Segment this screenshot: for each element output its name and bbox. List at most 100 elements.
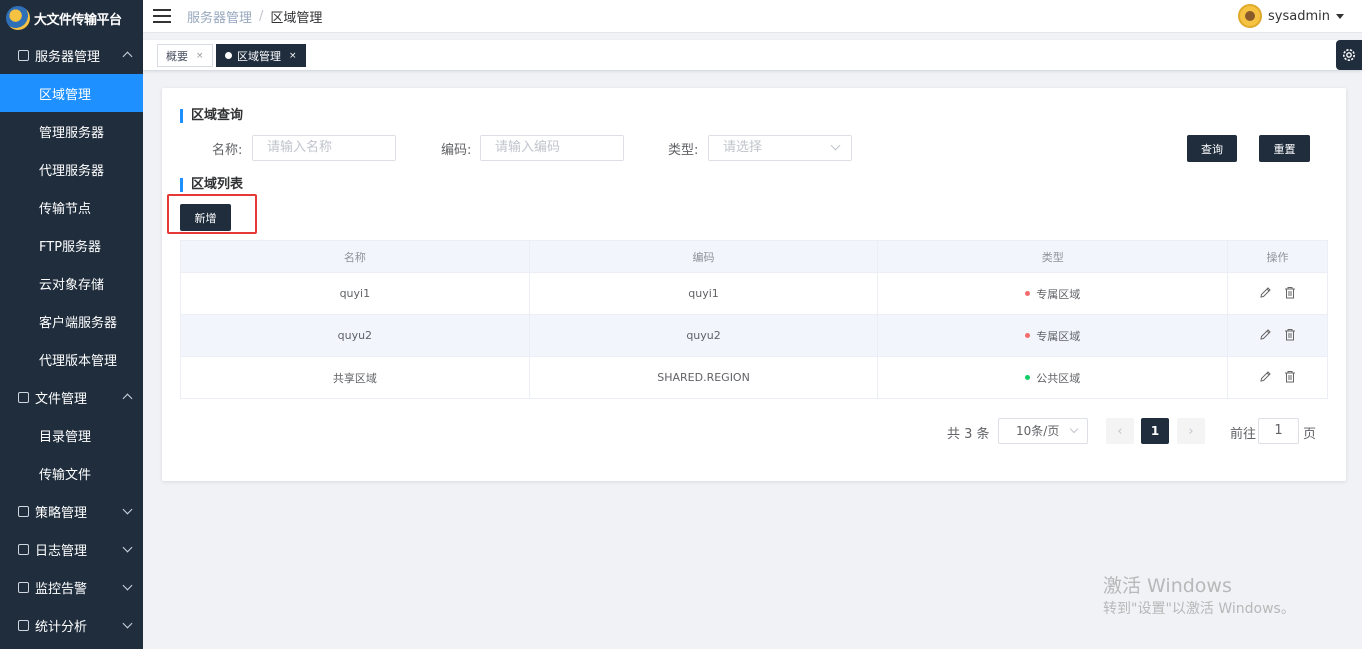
delete-icon[interactable]: [1284, 370, 1296, 383]
menu-group-monitor[interactable]: 监控告警: [0, 568, 143, 606]
breadcrumb-current: 区域管理: [270, 10, 323, 26]
table-row: quyi1 quyi1 专属区域: [180, 272, 1328, 315]
type-label: 专属区域: [1036, 329, 1081, 343]
close-icon[interactable]: ×: [289, 51, 297, 61]
code-label: 编码:: [441, 143, 472, 158]
name-label: 名称:: [212, 143, 243, 158]
pagination-total: 共 3 条: [947, 427, 990, 442]
menu-group-file-management[interactable]: 文件管理: [0, 378, 143, 416]
avatar[interactable]: [1238, 4, 1263, 28]
breadcrumb-separator: /: [259, 8, 264, 24]
sidebar-item-management-server[interactable]: 管理服务器: [0, 112, 143, 150]
goto-label: 前往: [1230, 427, 1257, 442]
type-label: 公共区域: [1036, 371, 1081, 385]
tab-label: 概要: [166, 49, 188, 63]
menu-group-label: 策略管理: [35, 505, 88, 521]
cube-icon: [18, 49, 29, 61]
menu-group-log[interactable]: 日志管理: [0, 530, 143, 568]
sidebar-item-transfer-node[interactable]: 传输节点: [0, 188, 143, 226]
cell-type: 专属区域: [877, 272, 1229, 315]
status-dot: [1025, 291, 1031, 296]
edit-icon[interactable]: [1259, 286, 1272, 299]
sidebar-item-directory[interactable]: 目录管理: [0, 416, 143, 454]
tab-label: 区域管理: [237, 49, 281, 63]
top-header: 服务器管理 / 区域管理 sysadmin: [143, 0, 1362, 33]
edit-icon[interactable]: [1259, 370, 1272, 383]
type-label: 专属区域: [1036, 287, 1081, 301]
menu-group-server-management[interactable]: 服务器管理: [0, 36, 143, 74]
delete-icon[interactable]: [1284, 328, 1296, 341]
column-header: 操作: [1227, 240, 1328, 273]
layers-icon: [18, 391, 29, 403]
sidebar: 大文件传输平台 服务器管理 区域管理 管理服务器 代理服务器 传输节点 FTP服…: [0, 0, 143, 649]
table-header-row: 名称 编码 类型 操作: [180, 240, 1328, 273]
menu-group-policy[interactable]: 策略管理: [0, 492, 143, 530]
page-number-current[interactable]: 1: [1141, 418, 1169, 444]
settings-button[interactable]: [1336, 40, 1362, 70]
user-menu[interactable]: sysadmin: [1238, 4, 1344, 28]
sidebar-item-agent-version[interactable]: 代理版本管理: [0, 340, 143, 378]
cell-ops: [1227, 356, 1328, 399]
app-logo: 大文件传输平台: [0, 0, 143, 36]
page-suffix: 页: [1303, 427, 1317, 442]
cell-ops: [1227, 314, 1328, 357]
query-section-title: 区域查询: [180, 109, 243, 123]
chevron-up-icon: [122, 51, 133, 62]
sidebar-item-ftp-server[interactable]: FTP服务器: [0, 226, 143, 264]
sidebar-item-client-server[interactable]: 客户端服务器: [0, 302, 143, 340]
tab-overview[interactable]: 概要 ×: [157, 44, 213, 67]
gear-icon: [1343, 49, 1355, 61]
table-row: 共享区域 SHARED.REGION 公共区域: [180, 356, 1328, 399]
main-card: 区域查询 名称: 请输入名称 编码: 请输入编码 类型: 请选择 查询 重置 区…: [162, 88, 1346, 481]
list-section-title: 区域列表: [180, 178, 243, 192]
region-table: 名称 编码 类型 操作 quyi1 quyi1 专属区域 quyu2 quyu2…: [180, 240, 1328, 399]
chevron-up-icon: [122, 393, 133, 404]
sidebar-item-region-management[interactable]: 区域管理: [0, 74, 143, 112]
tab-region-management[interactable]: 区域管理 ×: [216, 44, 306, 67]
close-icon[interactable]: ×: [196, 51, 204, 61]
caret-down-icon[interactable]: [1336, 13, 1344, 19]
watermark-subtitle: 转到"设置"以激活 Windows。: [1103, 601, 1295, 617]
breadcrumb-item[interactable]: 服务器管理: [187, 7, 252, 26]
active-dot-icon: [225, 52, 232, 59]
delete-icon[interactable]: [1284, 286, 1296, 299]
status-dot: [1025, 375, 1031, 380]
cell-code: quyu2: [528, 314, 879, 357]
menu-group-label: 日志管理: [35, 543, 88, 559]
menu-group-label: 统计分析: [35, 619, 88, 635]
column-header[interactable]: 名称: [180, 240, 530, 273]
next-page-button[interactable]: ›: [1177, 418, 1205, 444]
prev-page-button[interactable]: ‹: [1106, 418, 1134, 444]
column-header[interactable]: 类型: [877, 240, 1229, 273]
menu-group-label: 监控告警: [35, 581, 88, 597]
type-select-placeholder: 请选择: [723, 140, 763, 155]
cell-name: quyi1: [180, 272, 530, 315]
pagination: 共 3 条 10条/页 ‹ 1 › 前往 1 页: [162, 418, 1346, 444]
cell-name: quyu2: [180, 314, 530, 357]
username[interactable]: sysadmin: [1268, 9, 1330, 24]
type-select[interactable]: 请选择: [708, 135, 852, 161]
goto-page-input[interactable]: 1: [1258, 418, 1299, 444]
edit-icon[interactable]: [1259, 328, 1272, 341]
menu-group-label: 服务器管理: [35, 49, 101, 65]
cell-name: 共享区域: [180, 356, 530, 399]
app-title: 大文件传输平台: [34, 12, 122, 28]
logo-icon: [6, 6, 30, 30]
search-button[interactable]: 查询: [1187, 135, 1237, 162]
sidebar-item-proxy-server[interactable]: 代理服务器: [0, 150, 143, 188]
column-header[interactable]: 编码: [528, 240, 879, 273]
sidebar-item-transfer-file[interactable]: 传输文件: [0, 454, 143, 492]
reset-button[interactable]: 重置: [1259, 135, 1310, 162]
name-input[interactable]: 请输入名称: [252, 135, 396, 161]
chevron-down-icon: [830, 140, 841, 151]
page-size-select[interactable]: 10条/页: [998, 418, 1088, 444]
hamburger-icon[interactable]: [153, 9, 171, 23]
chevron-down-icon: [122, 542, 133, 553]
add-button[interactable]: 新增: [180, 204, 231, 231]
chevron-down-icon: [122, 580, 133, 591]
code-input[interactable]: 请输入编码: [480, 135, 624, 161]
type-label: 类型:: [668, 143, 699, 158]
menu-group-stats[interactable]: 统计分析: [0, 606, 143, 644]
sidebar-item-cloud-storage[interactable]: 云对象存储: [0, 264, 143, 302]
tags-bar: 概要 × 区域管理 ×: [143, 40, 1362, 71]
